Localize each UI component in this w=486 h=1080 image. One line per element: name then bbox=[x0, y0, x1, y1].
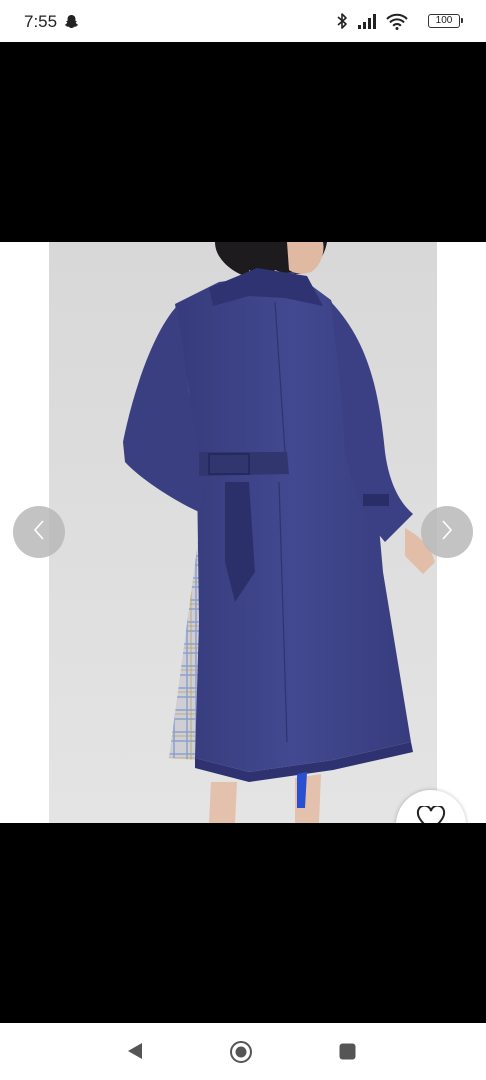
back-triangle-icon[interactable] bbox=[126, 1042, 144, 1065]
snapchat-ghost-icon bbox=[64, 14, 79, 34]
letterbox-bottom bbox=[0, 823, 486, 1023]
status-time: 7:55 bbox=[24, 12, 58, 31]
product-photo[interactable] bbox=[49, 242, 437, 823]
image-viewer[interactable] bbox=[0, 242, 486, 860]
home-circle-icon[interactable] bbox=[229, 1040, 253, 1069]
wifi-icon bbox=[386, 13, 408, 35]
status-bar: 7:55 100 bbox=[0, 0, 486, 42]
chevron-right-icon bbox=[440, 519, 454, 546]
signal-icon bbox=[358, 14, 378, 34]
chevron-left-icon bbox=[32, 519, 46, 546]
next-image-button[interactable] bbox=[421, 506, 473, 558]
previous-image-button[interactable] bbox=[13, 506, 65, 558]
battery-icon: 100 bbox=[428, 14, 463, 28]
system-navigation-bar bbox=[0, 1023, 486, 1080]
bluetooth-icon bbox=[336, 12, 348, 35]
letterbox-top bbox=[0, 42, 486, 242]
recents-square-icon[interactable] bbox=[339, 1043, 356, 1065]
